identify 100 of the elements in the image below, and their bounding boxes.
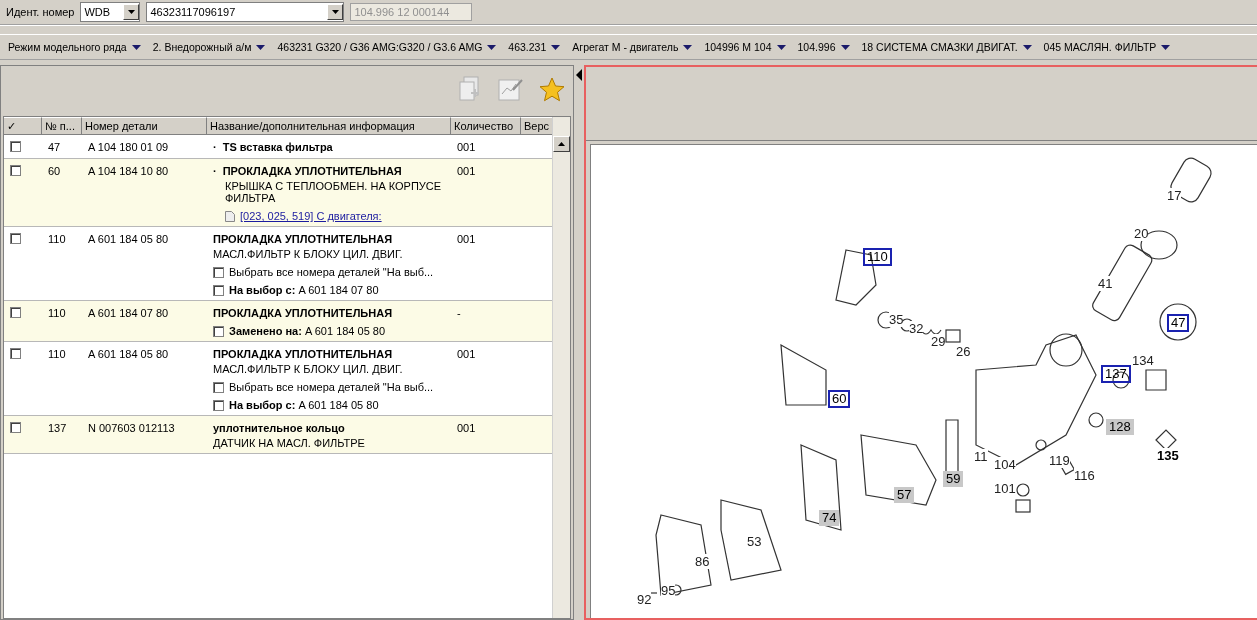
- usage-link[interactable]: [023, 025, 519] С двигателя:: [240, 210, 382, 222]
- vin-dropdown[interactable]: 46323117096197: [146, 2, 345, 22]
- document-icon: [225, 210, 235, 222]
- callout-label[interactable]: 101: [994, 481, 1016, 496]
- callout-label[interactable]: 137: [1101, 365, 1131, 383]
- callout-label[interactable]: 29: [931, 334, 946, 349]
- part-description: КРЫШКА С ТЕПЛООБМЕН. НА КОРПУСЕ ФИЛЬТРА: [224, 180, 443, 204]
- callout-label[interactable]: 74: [819, 510, 840, 526]
- part-name: ПРОКЛАДКА УПЛОТНИТЕЛЬНАЯ: [213, 348, 393, 360]
- checkbox[interactable]: [10, 422, 21, 433]
- parts-row[interactable]: 137 N 007603 012113 уплотнительное кольцо ДАТЧИК НА МАСЛ. ФИЛЬТРЕ 001: [4, 416, 553, 454]
- column-header[interactable]: № п...: [42, 117, 82, 135]
- part-name: ПРОКЛАДКА УПЛОТНИТЕЛЬНАЯ: [222, 165, 402, 177]
- breadcrumb-dropdown[interactable]: 104.996: [797, 41, 850, 53]
- column-header[interactable]: Верс: [521, 117, 553, 135]
- dropdown-arrow-icon: [127, 10, 135, 14]
- checkbox[interactable]: [213, 284, 224, 296]
- callout-label[interactable]: 86: [695, 554, 710, 569]
- column-header[interactable]: ✓: [4, 117, 42, 135]
- column-header[interactable]: Название/дополнительная информация: [207, 117, 451, 135]
- checkbox[interactable]: [10, 307, 21, 318]
- scroll-up-button[interactable]: [553, 136, 570, 152]
- quantity-cell-text: 001: [456, 348, 477, 362]
- callout-label[interactable]: 35: [889, 312, 904, 327]
- part-number-cell-text: A 601 184 05 80: [87, 348, 170, 362]
- part-number-cell-text: A 601 184 05 80: [87, 233, 170, 247]
- callout-label[interactable]: 92: [637, 592, 652, 607]
- callout-label[interactable]: 110: [863, 248, 892, 266]
- part-number-cell-text: A 104 180 01 09: [87, 141, 170, 154]
- callout-label[interactable]: 32: [909, 321, 924, 336]
- callout-label[interactable]: 119: [1049, 453, 1070, 468]
- callout-label[interactable]: 59: [943, 471, 964, 487]
- bullet: ·: [213, 165, 217, 177]
- checkbox[interactable]: [213, 325, 224, 337]
- breadcrumb-dropdown[interactable]: 18 СИСТЕМА СМАЗКИ ДВИГАТ.: [861, 41, 1032, 53]
- dropdown-arrow-icon: [331, 10, 339, 14]
- position-cell-text: 110: [47, 233, 67, 247]
- quantity-cell-text: -: [456, 307, 462, 321]
- position-cell-text: 137: [47, 422, 68, 436]
- checkbox[interactable]: [213, 399, 224, 411]
- callout-label[interactable]: 128: [1106, 419, 1134, 435]
- breadcrumb-dropdown[interactable]: 045 МАСЛЯН. ФИЛЬТР: [1043, 41, 1171, 53]
- callout-label[interactable]: 60: [828, 390, 851, 408]
- callout-label[interactable]: 47: [1167, 314, 1190, 332]
- parts-row[interactable]: 110 A 601 184 07 80 ПРОКЛАДКА УПЛОТНИТЕЛЬНАЯ Заменено на: A 601 184 05 80 -: [4, 301, 553, 342]
- callout-label[interactable]: 20: [1134, 226, 1149, 241]
- edit-chart-icon[interactable]: [497, 76, 525, 102]
- field-label: Идент. номер: [6, 6, 75, 18]
- dropdown-arrow-icon: [131, 44, 141, 50]
- part-description: МАСЛ.ФИЛЬТР К БЛОКУ ЦИЛ. ДВИГ.: [213, 248, 404, 260]
- checkbox[interactable]: [10, 141, 21, 152]
- callout-label[interactable]: 116: [1074, 468, 1095, 483]
- dropdown-arrow-icon: [1022, 44, 1032, 50]
- option-label: На выбор с: A 601 184 07 80: [229, 284, 379, 296]
- checkbox[interactable]: [213, 266, 224, 278]
- part-name: уплотнительное кольцо: [213, 422, 345, 434]
- callout-label[interactable]: 17: [1167, 188, 1182, 203]
- option-label: Заменено на: A 601 184 05 80: [229, 325, 386, 337]
- position-cell-text: 110: [47, 307, 67, 321]
- checkbox[interactable]: [213, 381, 224, 393]
- dropdown-arrow-icon: [776, 44, 786, 50]
- callout-label[interactable]: 135: [1157, 448, 1179, 463]
- part-name: TS вставка фильтра: [222, 141, 333, 153]
- quantity-cell-text: 001: [456, 141, 477, 154]
- callout-label[interactable]: 134: [1132, 353, 1154, 368]
- breadcrumb-dropdown[interactable]: 2. Внедорожный а/м: [152, 41, 266, 53]
- position-cell-text: 47: [47, 141, 62, 154]
- breadcrumb-dropdown[interactable]: 104996 M 104: [704, 41, 786, 53]
- prefix-dropdown[interactable]: WDB: [80, 2, 141, 22]
- breadcrumb-dropdown[interactable]: 463.231: [508, 41, 561, 53]
- position-cell-text: 110: [47, 348, 67, 362]
- part-name: ПРОКЛАДКА УПЛОТНИТЕЛЬНАЯ: [213, 307, 393, 319]
- position-cell-text: 60: [47, 165, 62, 179]
- option-label: На выбор с: A 601 184 05 80: [229, 399, 379, 411]
- dropdown-arrow-icon: [1161, 44, 1171, 50]
- checkbox[interactable]: [10, 165, 21, 176]
- parts-row[interactable]: 60 A 104 184 10 80 · ПРОКЛАДКА УПЛОТНИТЕЛЬНАЯ КРЫШКА С ТЕПЛООБМЕН. НА КОРПУСЕ ФИЛЬТРА [023, 025, 519] С двигателя: 001: [4, 159, 553, 227]
- breadcrumb-dropdown[interactable]: Режим модельного ряда: [8, 41, 141, 53]
- option-label: Выбрать все номера деталей "На выб...: [229, 381, 434, 393]
- callout-label[interactable]: 41: [1098, 276, 1113, 291]
- checkbox[interactable]: [10, 348, 21, 359]
- part-description: МАСЛ.ФИЛЬТР К БЛОКУ ЦИЛ. ДВИГ.: [213, 363, 404, 375]
- callout-label[interactable]: 11: [974, 449, 988, 464]
- checkbox[interactable]: [10, 233, 21, 244]
- callout-label[interactable]: 57: [894, 487, 915, 503]
- dropdown-arrow-icon: [840, 44, 850, 50]
- callout-label[interactable]: 26: [956, 344, 971, 359]
- callout-label[interactable]: 104: [994, 457, 1016, 472]
- part-number-cell-text: A 104 184 10 80: [87, 165, 170, 179]
- breadcrumb-dropdown[interactable]: Агрегат М - двигатель: [572, 41, 693, 53]
- column-header[interactable]: Количество: [451, 117, 521, 135]
- star-icon[interactable]: [539, 76, 565, 102]
- callout-label[interactable]: 95: [661, 583, 676, 598]
- option-label: Выбрать все номера деталей "На выб...: [229, 266, 434, 278]
- quantity-cell-text: 001: [456, 165, 477, 179]
- collapse-arrow-icon[interactable]: [576, 69, 582, 81]
- callout-label[interactable]: 53: [747, 534, 762, 549]
- breadcrumb-dropdown[interactable]: 463231 G320 / G36 AMG:G320 / G3.6 AMG: [277, 41, 497, 53]
- column-header[interactable]: Номер детали: [82, 117, 207, 135]
- quantity-cell-text: 001: [456, 422, 477, 436]
